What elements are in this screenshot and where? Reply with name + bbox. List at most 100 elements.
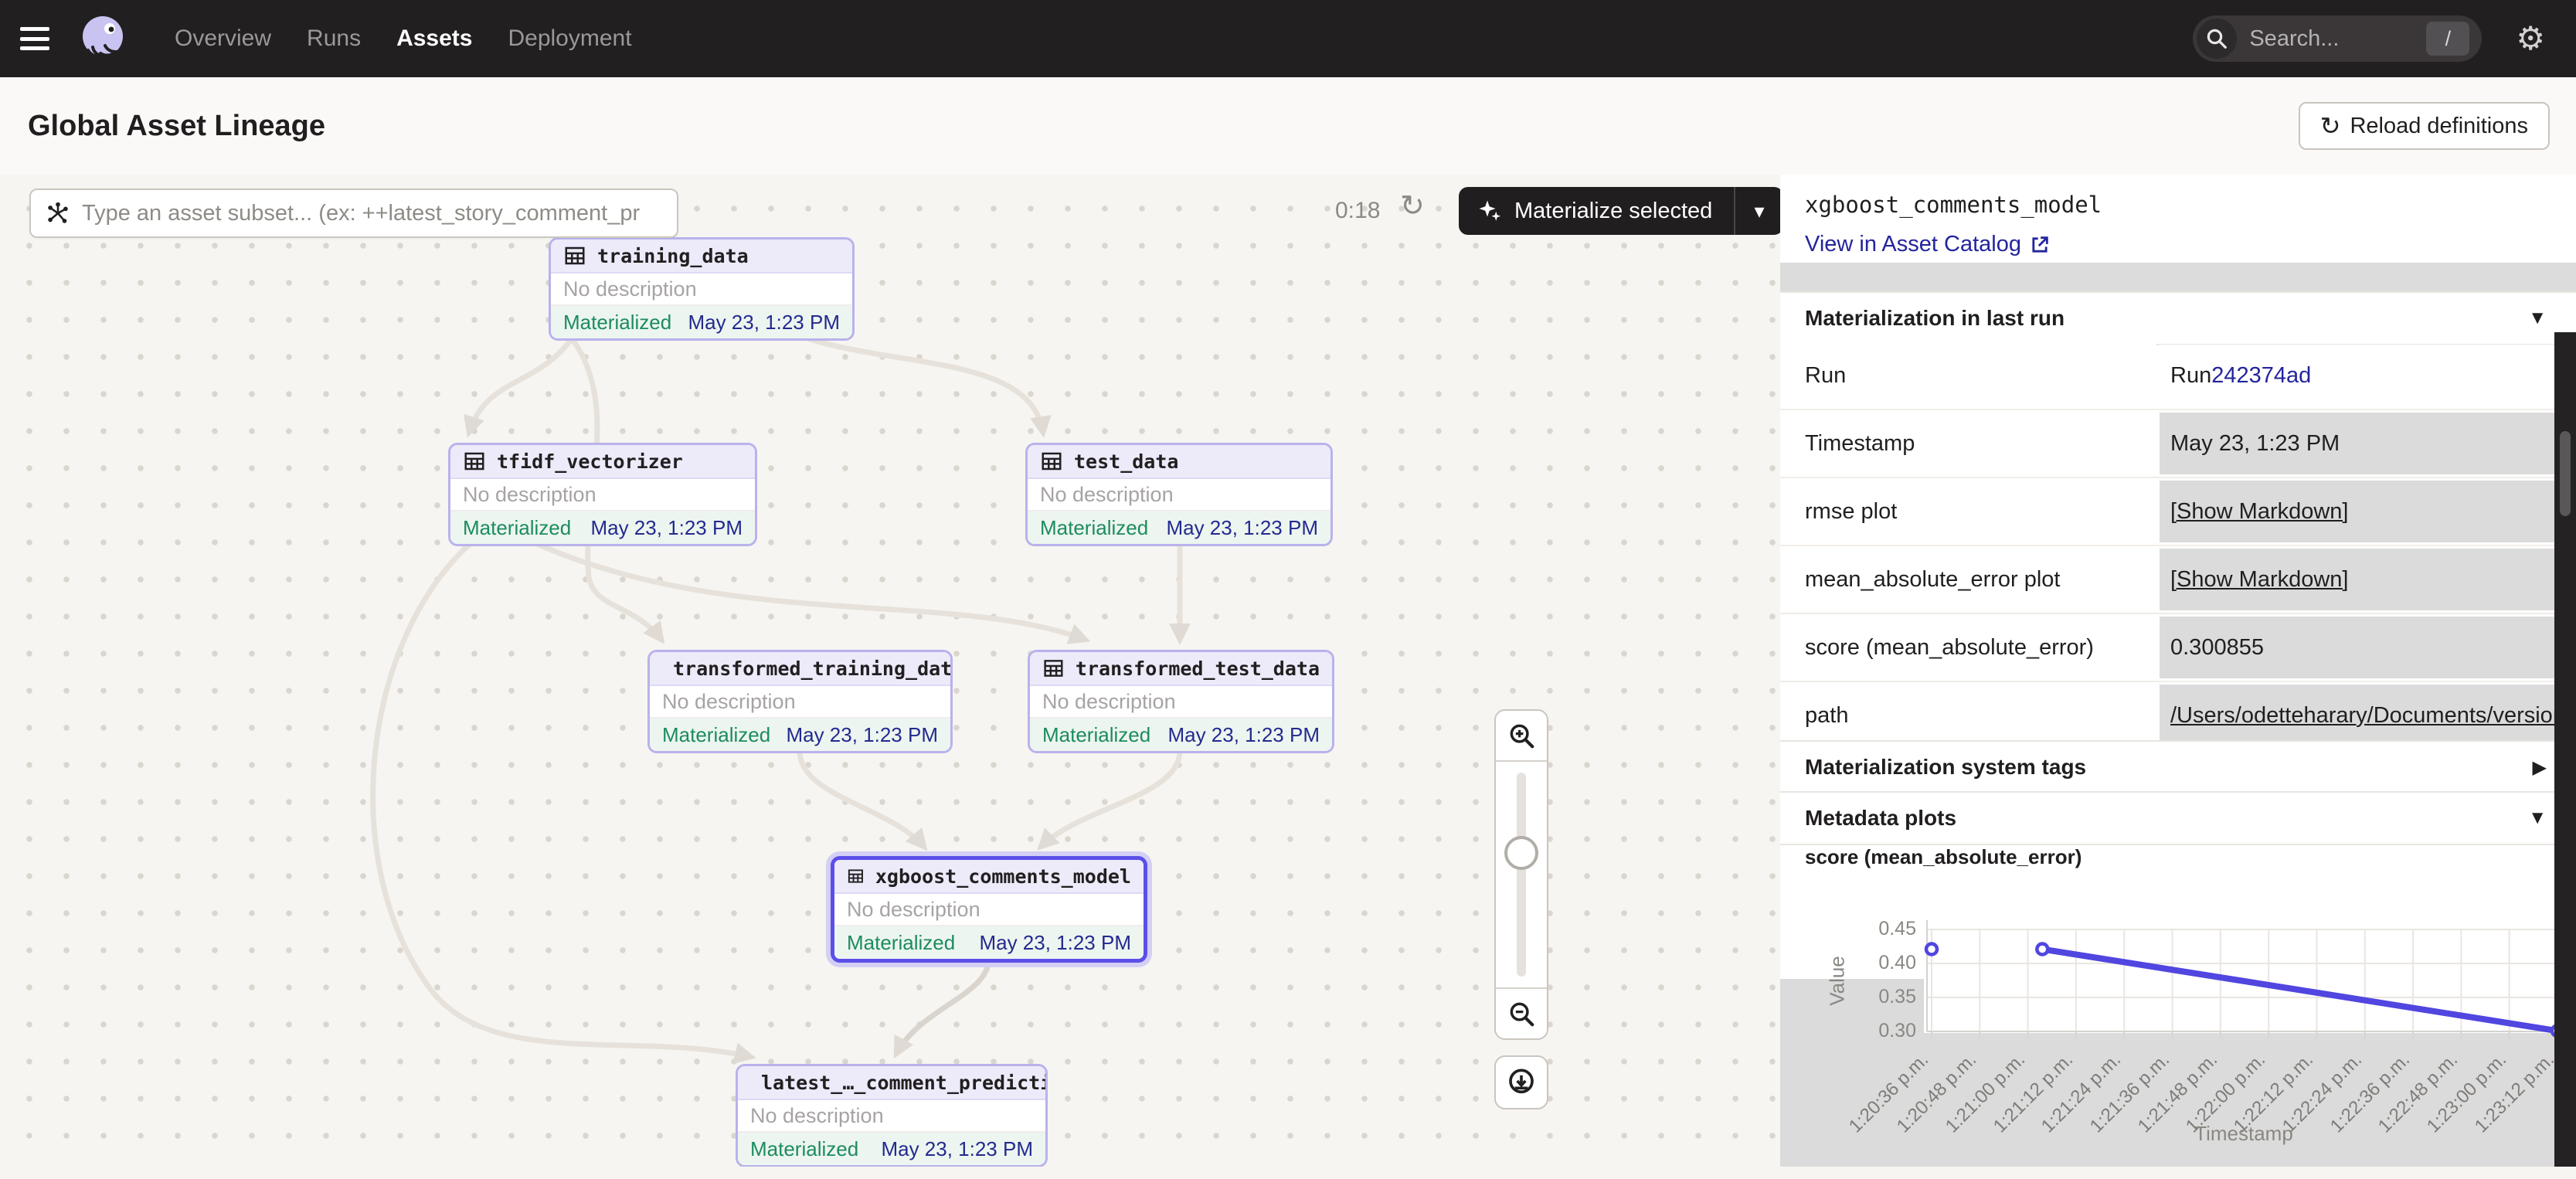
refresh-timer: 0:18 [1335, 198, 1380, 224]
asset-node-description: No description [738, 1100, 1045, 1133]
table-icon [1042, 657, 1065, 680]
materialized-date[interactable]: May 23, 1:23 PM [786, 723, 938, 747]
materialized-status: Materialized [1040, 516, 1148, 540]
y-tick-label: 0.30 [1847, 1020, 1916, 1042]
nav-overview[interactable]: Overview [175, 25, 271, 52]
search-shortcut-badge: / [2426, 22, 2469, 56]
search-input[interactable] [2248, 25, 2390, 53]
score-line-chart [1780, 175, 2576, 1167]
table-icon [563, 244, 586, 267]
page-header: Global Asset Lineage ↻ Reload definition… [0, 77, 2576, 176]
search-icon [2197, 19, 2237, 59]
y-tick-label: 0.35 [1847, 986, 1916, 1008]
asset-node-description: No description [1030, 686, 1332, 719]
asset-node-header: training_data [551, 240, 852, 274]
materialized-status: Materialized [750, 1137, 858, 1161]
materialized-date[interactable]: May 23, 1:23 PM [881, 1137, 1033, 1161]
asset-node-header: latest_…_comment_predictions [738, 1066, 1045, 1100]
asset-node-footer: Materialized May 23, 1:23 PM [738, 1133, 1045, 1165]
data-point [1926, 944, 1937, 955]
asset-node-xgboost-comments-model[interactable]: xgboost_comments_model No description Ma… [831, 856, 1147, 963]
nav-deployment[interactable]: Deployment [508, 25, 631, 52]
reload-icon: ↻ [2320, 114, 2341, 138]
asset-node-footer: Materialized May 23, 1:23 PM [834, 926, 1144, 959]
nav-assets[interactable]: Assets [396, 25, 472, 52]
asset-graph-icon [45, 200, 71, 226]
page-title: Global Asset Lineage [28, 110, 325, 143]
hamburger-menu-icon[interactable] [20, 27, 49, 50]
asset-node-header: transformed_training_data [650, 652, 950, 686]
asset-node-test-data[interactable]: test_data No description Materialized Ma… [1025, 443, 1333, 546]
asset-node-latest-comment-predictions[interactable]: latest_…_comment_predictions No descript… [736, 1064, 1048, 1167]
asset-node-footer: Materialized May 23, 1:23 PM [1028, 511, 1330, 544]
global-search[interactable]: / [2193, 15, 2482, 62]
scrollbar-thumb[interactable] [2560, 431, 2571, 516]
y-tick-label: 0.40 [1847, 952, 1916, 974]
table-icon [847, 865, 865, 888]
zoom-in-button[interactable] [1496, 711, 1547, 762]
download-graph-button[interactable] [1494, 1055, 1548, 1109]
asset-subset-input[interactable] [80, 200, 655, 227]
materialized-status: Materialized [563, 311, 671, 335]
download-icon [1506, 1067, 1537, 1098]
asset-node-title: latest_…_comment_predictions [761, 1072, 1048, 1094]
asset-node-transformed-test-data[interactable]: transformed_test_data No description Mat… [1028, 650, 1334, 753]
asset-node-transformed-training-data[interactable]: transformed_training_data No description… [647, 650, 953, 753]
asset-node-tfidf-vectorizer[interactable]: tfidf_vectorizer No description Material… [448, 443, 757, 546]
materialized-date[interactable]: May 23, 1:23 PM [979, 931, 1131, 955]
asset-node-title: tfidf_vectorizer [497, 450, 683, 473]
y-axis-title: Value [1826, 904, 1850, 1058]
reload-definitions-button[interactable]: ↻ Reload definitions [2299, 102, 2550, 150]
dagster-logo[interactable] [77, 13, 128, 64]
asset-node-training-data[interactable]: training_data No description Materialize… [549, 237, 855, 341]
materialized-date[interactable]: May 23, 1:23 PM [1167, 723, 1320, 747]
asset-node-description: No description [450, 479, 755, 511]
asset-node-description: No description [1028, 479, 1330, 511]
asset-node-description: No description [834, 894, 1144, 926]
data-point [2037, 944, 2048, 955]
asset-node-header: test_data [1028, 445, 1330, 479]
materialize-dropdown-caret[interactable]: ▾ [1735, 199, 1782, 223]
sparkle-icon [1476, 197, 1504, 225]
asset-node-footer: Materialized May 23, 1:23 PM [450, 511, 755, 544]
materialized-date[interactable]: May 23, 1:23 PM [688, 311, 840, 335]
asset-node-footer: Materialized May 23, 1:23 PM [1030, 719, 1332, 751]
asset-subset-filter[interactable] [29, 189, 678, 238]
y-tick-label: 0.45 [1847, 918, 1916, 940]
asset-lineage-canvas[interactable]: training_data No description Materialize… [0, 175, 1782, 1167]
asset-details-panel: xgboost_comments_model View in Asset Cat… [1780, 175, 2576, 1167]
asset-node-footer: Materialized May 23, 1:23 PM [551, 306, 852, 338]
zoom-slider-handle[interactable] [1504, 836, 1538, 870]
materialized-status: Materialized [662, 723, 770, 747]
top-navigation-bar: Overview Runs Assets Deployment / ⚙ [0, 0, 2576, 77]
materialized-date[interactable]: May 23, 1:23 PM [590, 516, 743, 540]
asset-node-description: No description [650, 686, 950, 719]
materialized-status: Materialized [463, 516, 571, 540]
materialized-status: Materialized [847, 931, 955, 955]
materialize-selected-button[interactable]: Materialize selected ▾ [1459, 187, 1782, 235]
asset-node-title: xgboost_comments_model [875, 865, 1131, 888]
panel-scrollbar[interactable] [2554, 332, 2576, 1167]
asset-node-footer: Materialized May 23, 1:23 PM [650, 719, 950, 751]
asset-node-title: test_data [1074, 450, 1178, 473]
materialized-date[interactable]: May 23, 1:23 PM [1166, 516, 1318, 540]
table-icon [463, 450, 486, 473]
primary-nav: Overview Runs Assets Deployment [175, 25, 632, 52]
asset-node-title: transformed_test_data [1076, 657, 1320, 680]
materialized-status: Materialized [1042, 723, 1150, 747]
x-axis-title: Timestamp [2089, 1122, 2398, 1146]
asset-node-header: tfidf_vectorizer [450, 445, 755, 479]
asset-node-title: training_data [597, 245, 749, 267]
zoom-slider[interactable] [1496, 762, 1547, 987]
table-icon [1040, 450, 1063, 473]
zoom-slider-rail[interactable] [1517, 773, 1526, 977]
refresh-icon[interactable]: ↻ [1400, 192, 1425, 221]
asset-node-header: xgboost_comments_model [834, 860, 1144, 894]
asset-node-description: No description [551, 274, 852, 306]
zoom-out-button[interactable] [1496, 987, 1547, 1038]
asset-node-title: transformed_training_data [673, 657, 953, 680]
asset-node-header: transformed_test_data [1030, 652, 1332, 686]
settings-gear-icon[interactable]: ⚙ [2516, 22, 2545, 55]
nav-runs[interactable]: Runs [307, 25, 361, 52]
zoom-controls [1494, 709, 1548, 1040]
